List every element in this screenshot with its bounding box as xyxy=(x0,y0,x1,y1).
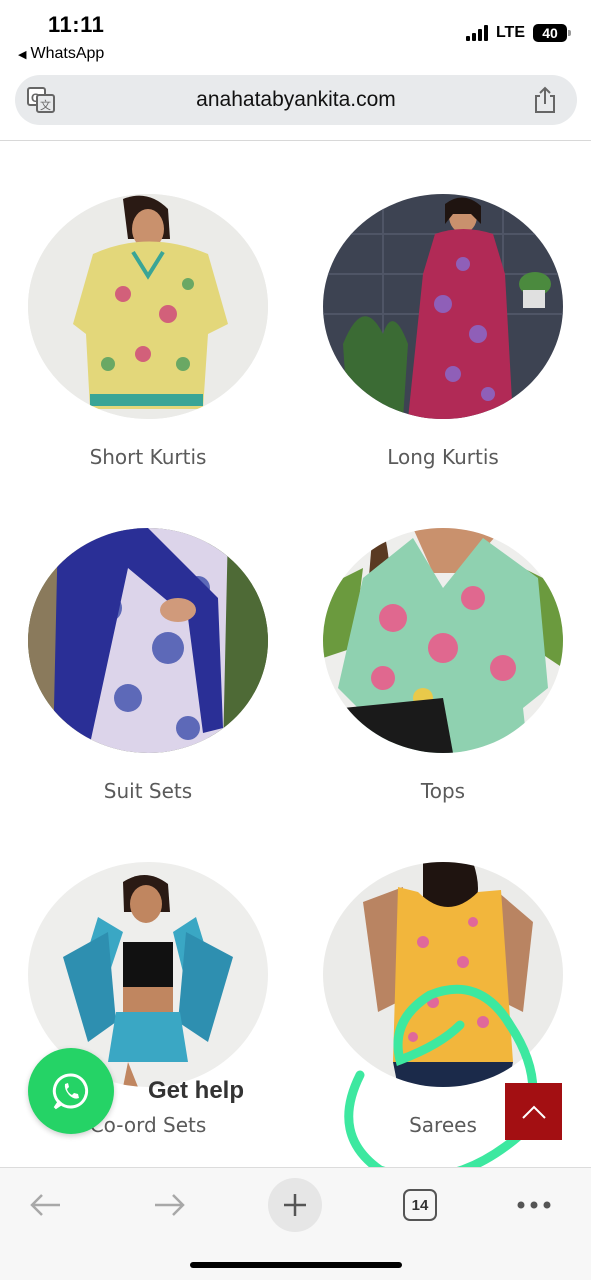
more-button[interactable] xyxy=(507,1178,561,1232)
battery-level: 40 xyxy=(542,25,558,41)
status-time: 11:11 xyxy=(48,12,105,37)
tabs-button[interactable]: 14 xyxy=(393,1178,447,1232)
category-image[interactable] xyxy=(323,862,563,1087)
get-help-label[interactable]: Get help xyxy=(148,1077,244,1105)
home-indicator[interactable] xyxy=(190,1262,402,1268)
status-bar: 11:11 ◀ WhatsApp LTE 40 xyxy=(0,0,591,70)
category-short-kurtis[interactable]: Short Kurtis xyxy=(28,194,268,469)
category-image[interactable] xyxy=(323,528,563,753)
back-to-app-link[interactable]: ◀ WhatsApp xyxy=(18,45,104,63)
plus-icon xyxy=(284,1194,306,1216)
category-suit-sets[interactable]: Suit Sets xyxy=(28,528,268,803)
new-tab-button[interactable] xyxy=(268,1178,322,1232)
url-text[interactable]: anahatabyankita.com xyxy=(15,88,577,112)
category-image[interactable] xyxy=(323,194,563,419)
back-app-label: WhatsApp xyxy=(30,45,105,62)
status-indicators: LTE 40 xyxy=(465,24,571,42)
more-icon xyxy=(517,1201,551,1209)
whatsapp-icon xyxy=(52,1073,89,1110)
network-type: LTE xyxy=(495,24,525,41)
back-arrow-icon xyxy=(30,1194,60,1216)
address-bar[interactable]: G 文 anahatabyankita.com xyxy=(15,75,577,125)
back-triangle-icon: ◀ xyxy=(18,48,27,61)
forward-arrow-icon xyxy=(155,1194,185,1216)
chevron-up-icon xyxy=(521,1105,546,1119)
battery-icon: 40 xyxy=(533,24,571,42)
category-image[interactable] xyxy=(28,528,268,753)
category-image[interactable] xyxy=(28,194,268,419)
category-label[interactable]: Long Kurtis xyxy=(323,445,563,469)
category-label[interactable]: Short Kurtis xyxy=(28,445,268,469)
tabs-icon: 14 xyxy=(403,1189,437,1221)
category-tops[interactable]: Tops xyxy=(323,528,563,803)
category-label[interactable]: Tops xyxy=(323,779,563,803)
category-long-kurtis[interactable]: Long Kurtis xyxy=(323,194,563,469)
forward-button[interactable] xyxy=(143,1178,197,1232)
whatsapp-chat-button[interactable] xyxy=(28,1048,114,1134)
divider xyxy=(0,140,591,141)
signal-icon xyxy=(465,25,488,41)
share-icon[interactable] xyxy=(533,86,557,114)
scroll-to-top-button[interactable] xyxy=(505,1083,562,1140)
category-label[interactable]: Suit Sets xyxy=(28,779,268,803)
back-button[interactable] xyxy=(18,1178,72,1232)
